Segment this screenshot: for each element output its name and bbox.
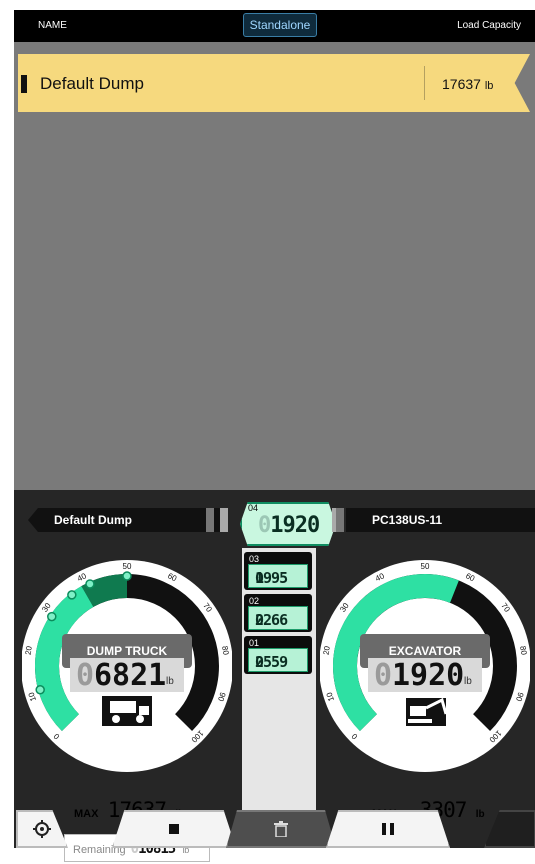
delete-button[interactable] [226,810,336,848]
gear-icon [33,820,51,838]
counter-value: 01920 [258,513,320,538]
truck-gauge-load-marker [85,579,95,589]
info-bar: Default Dump 04 01920 PC138US-11 [14,498,535,546]
load-history-item: 03 0 1995 [244,552,312,590]
truck-value-ghost: 0 [76,658,94,693]
divider [424,66,425,100]
settings-button[interactable] [16,810,68,848]
list-item-name: Default Dump [40,74,144,93]
excavator-value-ghost: 0 [374,658,392,693]
mode-toggle-button[interactable]: Standalone [243,13,317,37]
chevron-left-icon [220,508,228,532]
pause-button[interactable] [326,810,450,848]
truck-gauge-load-marker [122,571,132,581]
truck-gauge-dial: 0102030405060708090100 DUMP TRUCK 0 6821… [21,560,233,772]
extra-button[interactable] [484,810,535,848]
current-load-counter: 04 01920 [240,502,336,546]
truck-gauge-tick-label: 50 [123,562,132,571]
truck-gauge-load-marker [47,611,57,622]
column-capacity-label: Load Capacity [457,20,521,31]
chevron-left-icon [206,508,214,532]
truck-gauge-load-marker [67,590,77,600]
truck-name-chip: Default Dump [28,508,224,532]
excavator-unit: lb [464,676,472,687]
top-header: NAME Standalone Load Capacity [14,10,535,42]
list-item[interactable]: Default Dump 17637 lb [18,54,530,112]
truck-gauge-title: DUMP TRUCK [87,644,168,658]
truck-list: Default Dump 17637 lb [14,42,535,490]
excavator-value: 1920 [392,658,464,693]
stop-icon [169,824,179,834]
stop-button[interactable] [112,810,236,848]
truck-unit: lb [166,676,174,687]
excavator-name-chip: PC138US-11 [346,508,535,532]
chevron-right-icon [336,508,344,532]
dump-truck-icon [102,696,152,726]
excavator-gauge-title: EXCAVATOR [389,644,462,658]
excavator-icon [406,697,448,726]
excavator-gauge-tick-label: 50 [421,562,430,571]
truck-gauge-load-marker [35,684,45,695]
bottom-toolbar [14,802,535,848]
truck-value: 6821 [94,658,166,693]
load-panel: Default Dump 04 01920 PC138US-11 0 10 20 30… [14,490,535,862]
trash-icon [274,821,288,837]
list-item-capacity: 17637 lb [442,76,494,92]
load-history-item: 01 0 2559 [244,636,312,674]
excavator-gauge-dial: 0102030405060708090100 EXCAVATOR 0 1920 … [319,560,531,772]
selected-marker [21,75,27,93]
truck-gauge-target-band [81,574,128,608]
column-name-label: NAME [38,20,67,31]
load-history-item: 02 0 2266 [244,594,312,632]
counter-id: 04 [248,503,259,513]
pause-icon [382,823,394,835]
